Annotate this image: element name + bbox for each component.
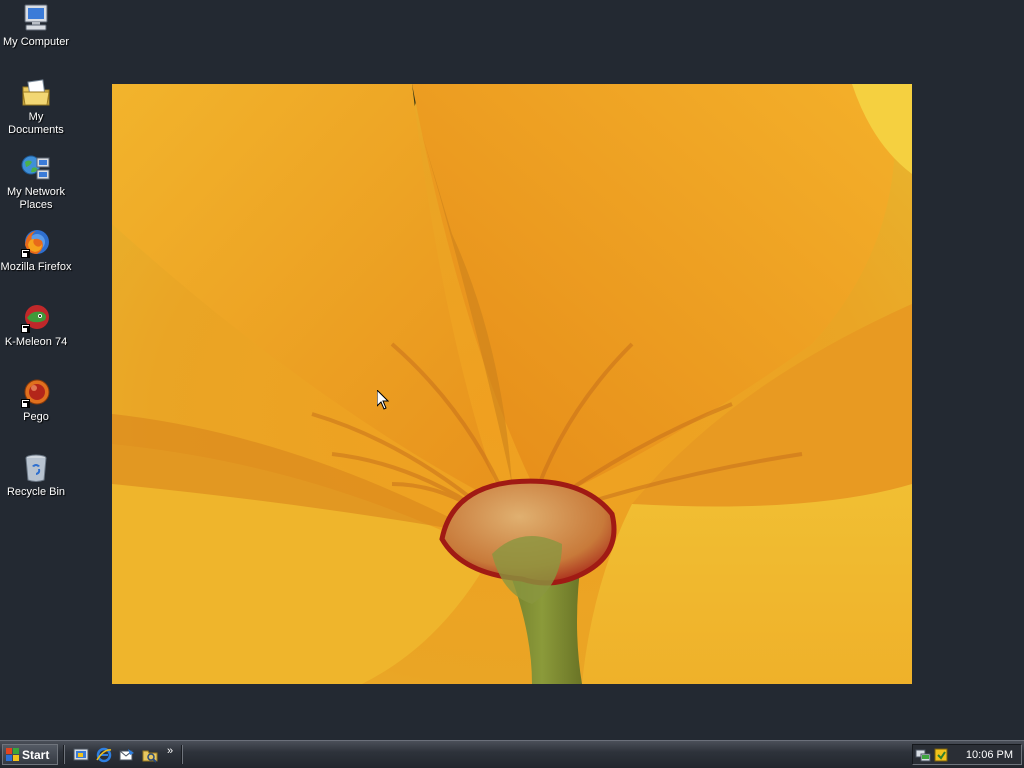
desktop-icon-my-documents[interactable]: My Documents <box>0 77 72 137</box>
firefox-icon <box>20 227 52 259</box>
desktop-icon-label: Recycle Bin <box>6 486 66 498</box>
desktop-icon-label: My Network Places <box>6 186 66 211</box>
quick-launch-more-button[interactable]: » <box>167 745 173 757</box>
internet-explorer-icon[interactable] <box>96 747 112 763</box>
my-documents-icon <box>20 77 52 109</box>
desktop-icon-firefox[interactable]: Mozilla Firefox <box>0 227 72 274</box>
desktop-icon-my-computer[interactable]: My Computer <box>0 2 72 49</box>
windows-logo-icon <box>6 748 19 761</box>
wallpaper-image <box>112 84 912 684</box>
update-tray-icon[interactable] <box>933 747 949 763</box>
taskbar: Start » 10:06 PM <box>0 740 1024 768</box>
start-label: Start <box>22 747 50 762</box>
taskbar-clock[interactable]: 10:06 PM <box>966 749 1013 761</box>
desktop-icon-recycle-bin[interactable]: Recycle Bin <box>0 452 72 499</box>
desktop: My Computer My Documents My Network Plac… <box>0 0 1024 740</box>
k-meleon-icon <box>20 302 52 334</box>
shortcut-arrow-icon <box>21 324 30 333</box>
recycle-bin-icon <box>20 452 52 484</box>
system-tray: 10:06 PM <box>912 744 1022 765</box>
outlook-express-icon[interactable] <box>119 747 135 763</box>
pego-icon <box>20 377 52 409</box>
my-computer-icon <box>20 2 52 34</box>
desktop-icon-label: My Documents <box>8 111 64 136</box>
network-tray-icon[interactable] <box>915 747 931 763</box>
desktop-icon-label: My Computer <box>2 36 70 48</box>
taskbar-separator <box>63 745 65 764</box>
mouse-cursor-icon <box>377 390 389 410</box>
taskbar-separator <box>181 745 183 764</box>
desktop-icon-pego[interactable]: Pego <box>0 377 72 424</box>
start-button[interactable]: Start <box>2 744 58 765</box>
desktop-icon-k-meleon[interactable]: K-Meleon 74 <box>0 302 72 349</box>
windows-explorer-icon[interactable] <box>142 747 158 763</box>
show-desktop-icon[interactable] <box>73 747 89 763</box>
desktop-icon-network-places[interactable]: My Network Places <box>0 152 72 212</box>
desktop-icon-label: K-Meleon 74 <box>4 336 68 348</box>
shortcut-arrow-icon <box>21 399 30 408</box>
network-places-icon <box>20 152 52 184</box>
desktop-icon-label: Mozilla Firefox <box>0 261 72 273</box>
desktop-icon-label: Pego <box>23 411 49 423</box>
shortcut-arrow-icon <box>21 249 30 258</box>
